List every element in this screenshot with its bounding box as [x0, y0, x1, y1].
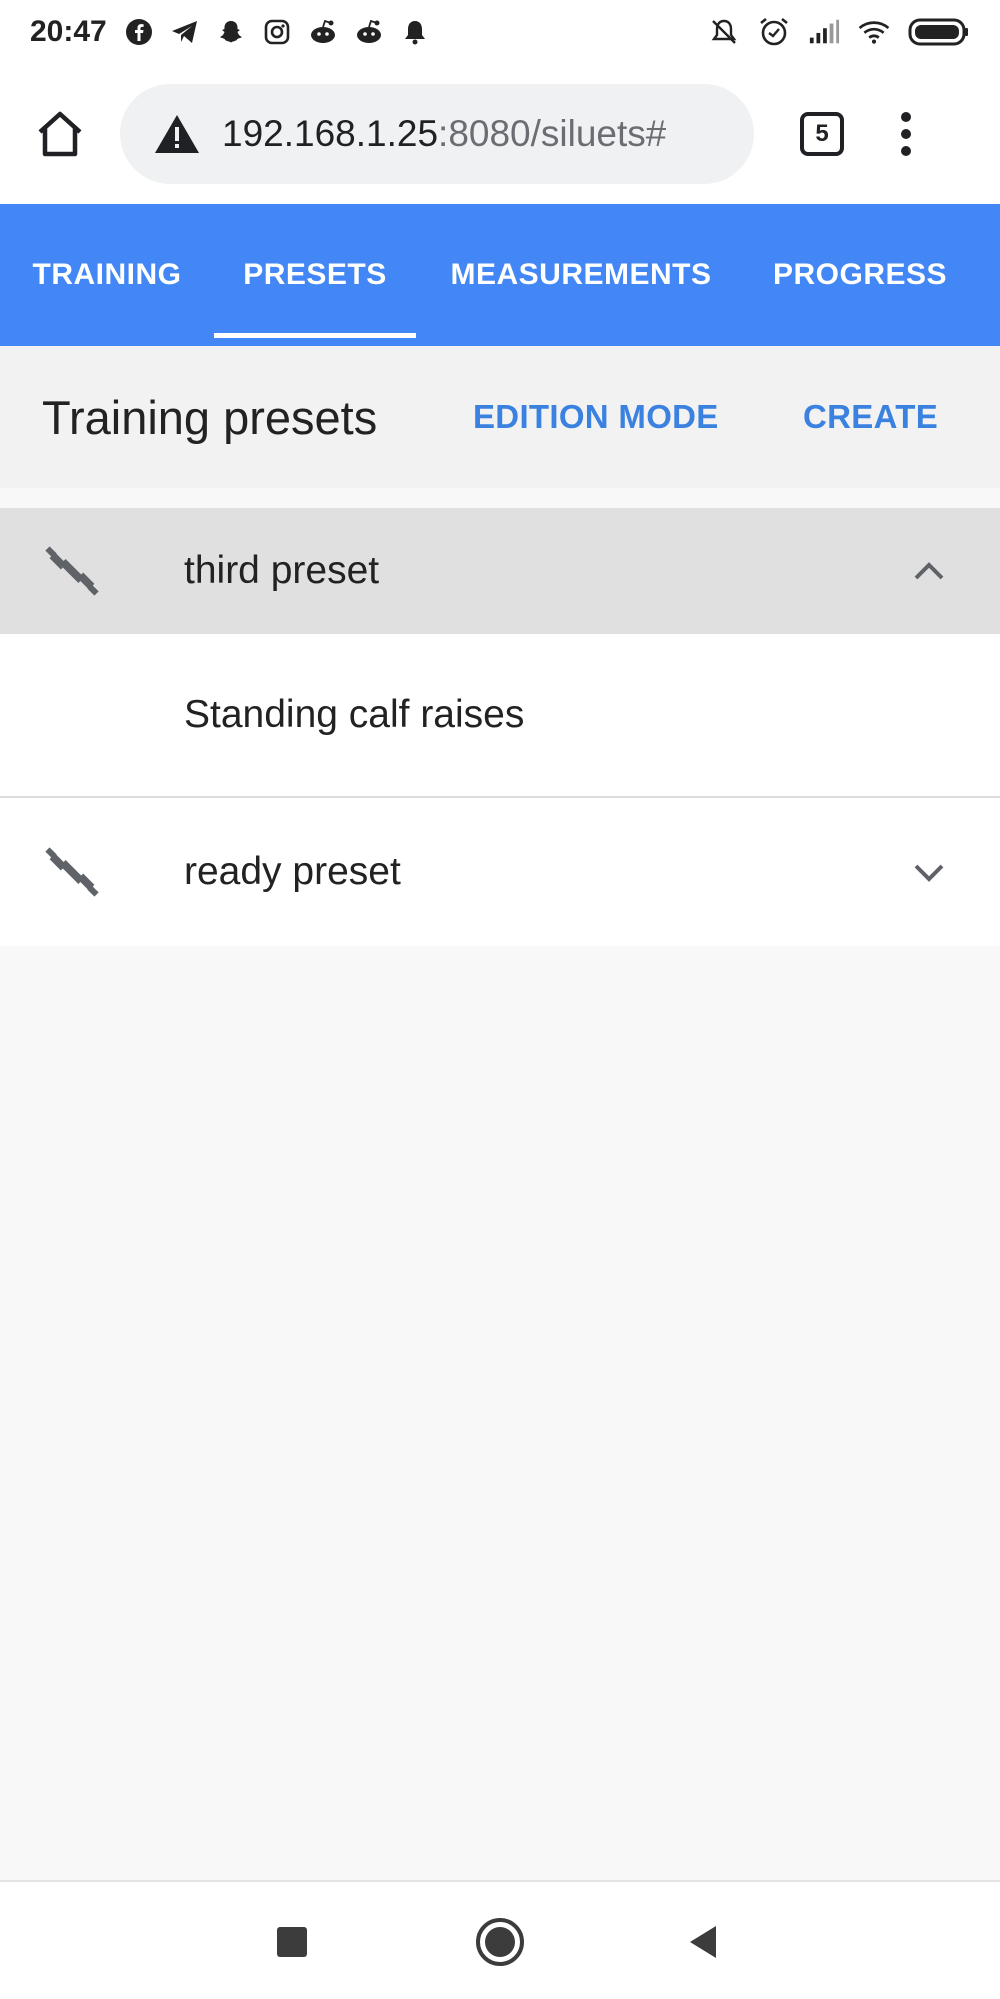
preset-row-expanded[interactable]: third preset	[0, 508, 1000, 634]
notification-icons	[123, 16, 431, 48]
url-text[interactable]: 192.168.1.25:8080/siluets#	[222, 113, 666, 155]
tab-training-label: TRAINING	[32, 258, 182, 291]
instagram-icon	[261, 16, 293, 48]
tab-count: 5	[815, 120, 829, 147]
tab-measurements[interactable]: MEASUREMENTS	[430, 204, 732, 346]
exercise-item[interactable]: Standing calf raises	[0, 634, 1000, 798]
url-bar[interactable]: 192.168.1.25:8080/siluets#	[120, 84, 754, 184]
signal-icon	[808, 16, 840, 48]
wifi-icon	[858, 16, 890, 48]
back-icon[interactable]	[676, 1914, 732, 1970]
more-vert-icon[interactable]	[896, 104, 916, 164]
status-time: 20:47	[30, 15, 107, 48]
chevron-up-icon[interactable]	[910, 552, 948, 590]
android-nav-bar	[0, 1880, 1000, 1999]
snapchat-icon	[215, 16, 247, 48]
create-button[interactable]: CREATE	[803, 398, 938, 436]
telegram-icon	[169, 16, 201, 48]
url-path: :8080/siluets#	[438, 113, 667, 154]
tab-presets[interactable]: PRESETS	[214, 204, 416, 346]
tab-training[interactable]: TRAINING	[0, 204, 214, 346]
tab-progress-label: PROGRESS	[772, 258, 948, 291]
chevron-down-icon[interactable]	[910, 853, 948, 891]
bell-icon	[399, 16, 431, 48]
exercise-name: Standing calf raises	[184, 693, 525, 736]
home-circle-icon[interactable]	[472, 1914, 528, 1970]
alarm-icon	[758, 16, 790, 48]
dumbbell-icon	[44, 543, 100, 599]
warning-icon[interactable]	[154, 111, 200, 157]
presets-header: Training presets EDITION MODE CREATE	[0, 346, 1000, 488]
presets-list: third preset Standing calf raises ready …	[0, 508, 1000, 946]
tab-switcher-button[interactable]: 5	[800, 112, 844, 156]
status-bar: 20:47	[0, 0, 1000, 64]
tab-measurements-label: MEASUREMENTS	[450, 258, 712, 291]
browser-toolbar: 192.168.1.25:8080/siluets# 5	[0, 64, 1000, 204]
recents-icon[interactable]	[264, 1914, 320, 1970]
tab-progress[interactable]: PROGRESS	[752, 204, 968, 346]
battery-icon	[908, 16, 970, 48]
preset-row-collapsed[interactable]: ready preset	[0, 798, 1000, 946]
facebook-icon	[123, 16, 155, 48]
phone-screen: 20:47 192.168.1.25:8080/siluets# 5 TRAIN…	[0, 0, 1000, 1999]
tab-presets-label: PRESETS	[243, 258, 387, 291]
edition-mode-button[interactable]: EDITION MODE	[473, 398, 719, 436]
reddit-icon	[307, 16, 339, 48]
preset-name: third preset	[184, 549, 380, 592]
page-title: Training presets	[42, 390, 378, 444]
dumbbell-icon	[44, 844, 100, 900]
bell-off-icon	[708, 16, 740, 48]
active-tab-indicator	[214, 333, 416, 338]
app-tab-bar: TRAINING PRESETS MEASUREMENTS PROGRESS	[0, 204, 1000, 346]
url-host: 192.168.1.25	[222, 113, 439, 154]
system-icons	[708, 16, 970, 48]
preset-name: ready preset	[184, 850, 401, 893]
reddit-icon	[353, 16, 385, 48]
home-icon[interactable]	[30, 104, 90, 164]
